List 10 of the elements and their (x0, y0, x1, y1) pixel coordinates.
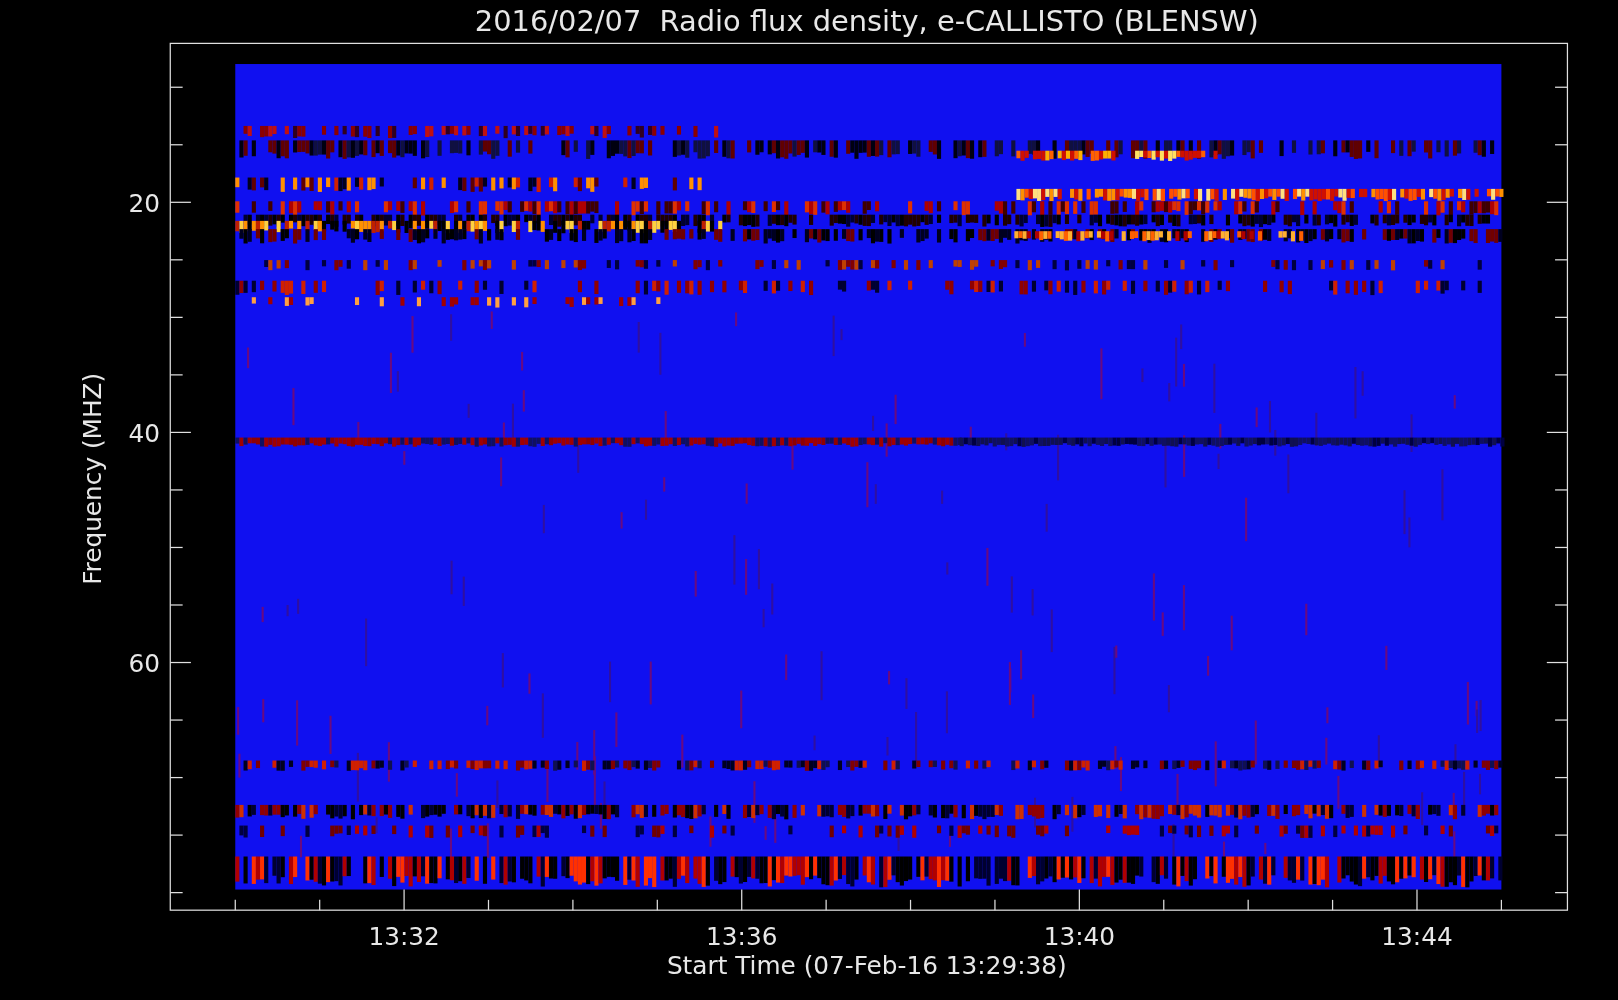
tick-label: 13:32 (368, 922, 440, 952)
tick-label: 20 (128, 188, 160, 218)
tick-label: 13:40 (1043, 922, 1115, 952)
axis-title: Frequency (MHZ) (78, 372, 108, 585)
tick-label: 40 (128, 418, 160, 448)
chart-title: 2016/02/07 Radio flux density, e-CALLISTO (BLENSW) (474, 4, 1259, 38)
axis-title: Start Time (07-Feb-16 13:29:38) (666, 951, 1067, 981)
tick-label: 60 (128, 648, 160, 678)
tick-label: 13:36 (706, 922, 778, 952)
tick-label: 13:44 (1381, 922, 1453, 952)
